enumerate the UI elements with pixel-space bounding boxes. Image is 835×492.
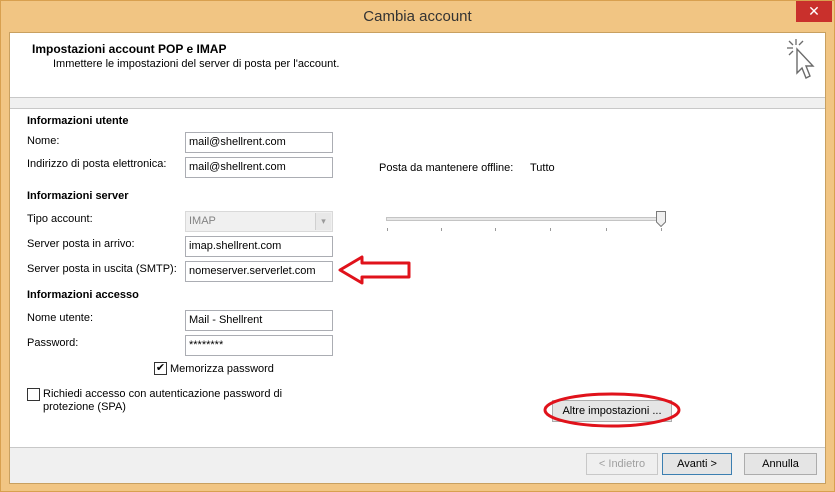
cursor-click-icon xyxy=(787,39,815,79)
header-subtitle: Immettere le impostazioni del server di … xyxy=(53,58,340,70)
offline-slider-track[interactable] xyxy=(386,217,663,221)
back-button[interactable]: < Indietro xyxy=(586,453,658,475)
dialog-window: Cambia account ✕ Impostazioni account PO… xyxy=(0,0,835,492)
offline-slider-thumb[interactable] xyxy=(656,211,666,227)
settings-panel: Informazioni utente Nome: mail@shellrent… xyxy=(10,108,825,448)
outgoing-server-field[interactable]: nomeserver.serverlet.com xyxy=(185,261,333,282)
window-title: Cambia account xyxy=(363,8,472,25)
outgoing-server-label: Server posta in uscita (SMTP): xyxy=(27,263,177,275)
slider-tick xyxy=(606,228,607,231)
slider-tick xyxy=(550,228,551,231)
offline-label: Posta da mantenere offline: xyxy=(379,162,514,174)
email-field[interactable]: mail@shellrent.com xyxy=(185,157,333,178)
name-field[interactable]: mail@shellrent.com xyxy=(185,132,333,153)
close-button[interactable]: ✕ xyxy=(796,1,832,22)
next-button[interactable]: Avanti > xyxy=(662,453,732,475)
section-logon-info: Informazioni accesso xyxy=(27,289,139,301)
email-label: Indirizzo di posta elettronica: xyxy=(27,158,167,170)
password-label: Password: xyxy=(27,337,79,349)
username-label: Nome utente: xyxy=(27,312,94,324)
close-icon: ✕ xyxy=(808,3,820,19)
remember-password-label[interactable]: Memorizza password xyxy=(170,363,274,376)
account-type-value: IMAP xyxy=(189,215,216,227)
username-field[interactable]: Mail - Shellrent xyxy=(185,310,333,331)
section-server-info: Informazioni server xyxy=(27,190,129,202)
header-title: Impostazioni account POP e IMAP xyxy=(32,42,227,56)
remember-password-checkbox[interactable]: ✔ xyxy=(154,362,167,375)
slider-tick xyxy=(387,228,388,231)
slider-tick xyxy=(495,228,496,231)
title-bar[interactable]: Cambia account ✕ xyxy=(1,1,834,32)
chevron-down-icon: ▾ xyxy=(315,213,331,230)
account-type-label: Tipo account: xyxy=(27,213,93,225)
name-label: Nome: xyxy=(27,135,60,147)
account-type-select[interactable]: IMAP ▾ xyxy=(185,211,333,232)
dialog-client-area: Impostazioni account POP e IMAP Immetter… xyxy=(9,32,826,484)
slider-tick xyxy=(441,228,442,231)
more-settings-button[interactable]: Altre impostazioni ... xyxy=(552,400,672,422)
incoming-server-field[interactable]: imap.shellrent.com xyxy=(185,236,333,257)
spa-checkbox[interactable] xyxy=(27,388,40,401)
spa-label[interactable]: Richiedi accesso con autenticazione pass… xyxy=(43,388,313,414)
dialog-header: Impostazioni account POP e IMAP Immetter… xyxy=(10,33,825,98)
slider-tick xyxy=(661,228,662,231)
checkmark-icon: ✔ xyxy=(155,362,166,374)
offline-value: Tutto xyxy=(530,162,555,174)
incoming-server-label: Server posta in arrivo: xyxy=(27,238,135,250)
cancel-button[interactable]: Annulla xyxy=(744,453,817,475)
section-user-info: Informazioni utente xyxy=(27,115,129,127)
password-field[interactable]: ******** xyxy=(185,335,333,356)
